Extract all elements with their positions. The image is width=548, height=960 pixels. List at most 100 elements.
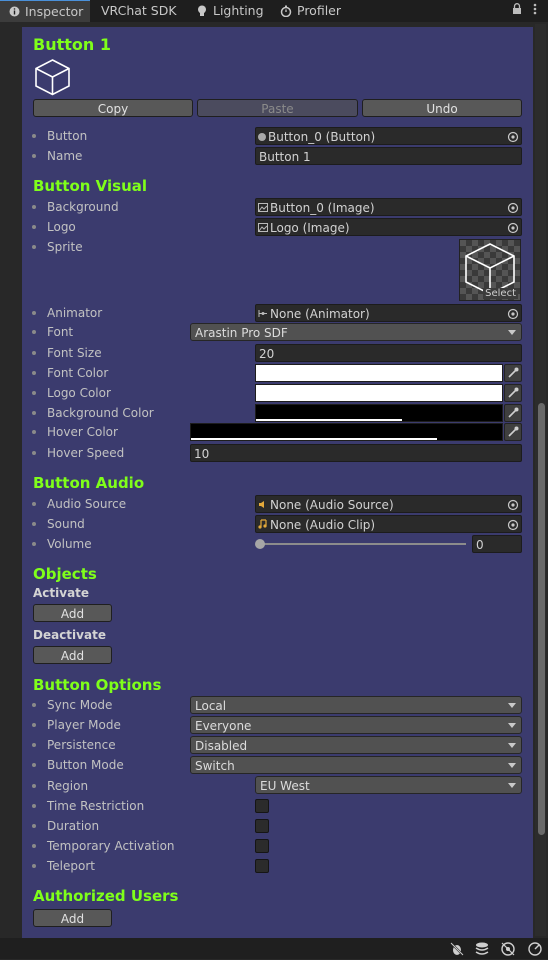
audio-source-label: Audio Source xyxy=(47,497,127,511)
chevron-down-icon xyxy=(508,723,516,728)
tab-inspector[interactable]: Inspector xyxy=(0,0,90,22)
font-label: Font xyxy=(47,325,74,339)
stopwatch-icon xyxy=(280,5,292,17)
sprite-thumbnail[interactable]: Select xyxy=(459,239,521,301)
animator-icon xyxy=(258,307,268,321)
bullet xyxy=(32,245,36,249)
authorized-users-heading: Authorized Users xyxy=(33,887,179,905)
button-mode-label: Button Mode xyxy=(47,758,124,772)
bullet xyxy=(32,451,36,455)
lightbulb-icon xyxy=(196,5,208,17)
time-restriction-checkbox[interactable] xyxy=(255,799,269,813)
button-audio-heading: Button Audio xyxy=(33,474,145,492)
tab-profiler[interactable]: Profiler xyxy=(280,0,341,22)
bullet xyxy=(32,784,36,788)
object-picker-icon[interactable] xyxy=(507,498,519,511)
image-icon xyxy=(258,221,268,235)
temporary-activation-checkbox[interactable] xyxy=(255,839,269,853)
sprite-select-button[interactable]: Select xyxy=(483,288,518,299)
bullet xyxy=(32,154,36,158)
hover-speed-input[interactable]: 10 xyxy=(190,444,522,462)
image-icon xyxy=(258,201,268,215)
volume-input[interactable]: 0 xyxy=(472,535,522,553)
scrollbar-thumb[interactable] xyxy=(538,403,545,835)
chevron-down-icon xyxy=(508,763,516,768)
name-input[interactable]: Button 1 xyxy=(255,147,522,165)
sound-label: Sound xyxy=(47,517,85,531)
network-icon[interactable] xyxy=(500,941,516,957)
bullet xyxy=(32,351,36,355)
eyedropper-icon[interactable] xyxy=(504,384,522,402)
background-field[interactable]: Button_0 (Image) xyxy=(255,198,522,216)
tab-bar: Inspector VRChat SDK Lighting Profiler xyxy=(0,0,548,22)
hover-color-label: Hover Color xyxy=(47,425,118,439)
object-picker-icon[interactable] xyxy=(507,307,519,320)
name-label: Name xyxy=(47,149,83,163)
button-field[interactable]: Button_0 (Button) xyxy=(255,127,522,145)
persistence-label: Persistence xyxy=(47,738,116,752)
button-visual-heading: Button Visual xyxy=(33,177,148,195)
paste-button[interactable]: Paste xyxy=(197,99,358,117)
volume-slider-track[interactable] xyxy=(258,543,466,545)
font-color-swatch[interactable] xyxy=(255,364,503,382)
teleport-checkbox[interactable] xyxy=(255,859,269,873)
undo-button[interactable]: Undo xyxy=(362,99,522,117)
bullet xyxy=(32,743,36,747)
tab-label: VRChat SDK xyxy=(101,3,177,18)
eyedropper-icon[interactable] xyxy=(504,364,522,382)
cube-icon xyxy=(34,58,71,99)
logo-color-swatch[interactable] xyxy=(255,384,503,402)
bullet xyxy=(32,205,36,209)
sprite-label: Sprite xyxy=(47,240,83,254)
sound-field[interactable]: None (Audio Clip) xyxy=(255,515,522,533)
object-picker-icon[interactable] xyxy=(507,221,519,234)
bullet xyxy=(32,330,36,334)
sync-mode-dropdown[interactable]: Local xyxy=(190,696,522,714)
font-color-label: Font Color xyxy=(47,366,109,380)
background-color-swatch[interactable] xyxy=(255,404,503,422)
font-dropdown[interactable]: Arastin Pro SDF xyxy=(190,323,522,341)
persistence-dropdown[interactable]: Disabled xyxy=(190,736,522,754)
more-options-icon[interactable] xyxy=(533,3,537,18)
authorized-users-add-button[interactable]: Add xyxy=(33,909,112,927)
player-mode-label: Player Mode xyxy=(47,718,121,732)
chevron-down-icon xyxy=(508,330,516,335)
bullet xyxy=(32,824,36,828)
logo-field[interactable]: Logo (Image) xyxy=(255,218,522,236)
layers-icon[interactable] xyxy=(474,941,490,957)
bullet xyxy=(32,371,36,375)
temporary-activation-label: Temporary Activation xyxy=(47,839,175,853)
eyedropper-icon[interactable] xyxy=(504,423,522,441)
tab-label: Lighting xyxy=(213,3,264,18)
audio-source-field[interactable]: None (Audio Source) xyxy=(255,495,522,513)
bullet xyxy=(32,391,36,395)
object-picker-icon[interactable] xyxy=(507,130,519,143)
bullet xyxy=(32,134,36,138)
duration-checkbox[interactable] xyxy=(255,819,269,833)
tab-vrchat-sdk[interactable]: VRChat SDK xyxy=(101,0,177,22)
bullet xyxy=(32,430,36,434)
button-mode-dropdown[interactable]: Switch xyxy=(190,756,522,774)
hover-color-swatch[interactable] xyxy=(190,423,503,441)
copy-button[interactable]: Copy xyxy=(33,99,193,117)
chevron-down-icon xyxy=(508,703,516,708)
bug-icon[interactable] xyxy=(449,941,465,957)
eyedropper-icon[interactable] xyxy=(504,404,522,422)
object-picker-icon[interactable] xyxy=(507,201,519,214)
tab-label: Profiler xyxy=(297,3,342,18)
player-mode-dropdown[interactable]: Everyone xyxy=(190,716,522,734)
tab-lighting[interactable]: Lighting xyxy=(196,0,264,22)
button-options-heading: Button Options xyxy=(33,676,162,694)
lock-icon[interactable] xyxy=(512,3,522,18)
background-label: Background xyxy=(47,200,119,214)
object-picker-icon[interactable] xyxy=(507,518,519,531)
volume-slider-handle[interactable] xyxy=(255,539,265,549)
font-size-input[interactable]: 20 xyxy=(255,344,522,362)
spinner-icon xyxy=(527,941,543,957)
activate-add-button[interactable]: Add xyxy=(33,604,112,622)
region-dropdown[interactable]: EU West xyxy=(255,776,522,794)
animator-field[interactable]: None (Animator) xyxy=(255,304,522,322)
deactivate-add-button[interactable]: Add xyxy=(33,646,112,664)
bullet xyxy=(32,522,36,526)
bullet xyxy=(32,311,36,315)
